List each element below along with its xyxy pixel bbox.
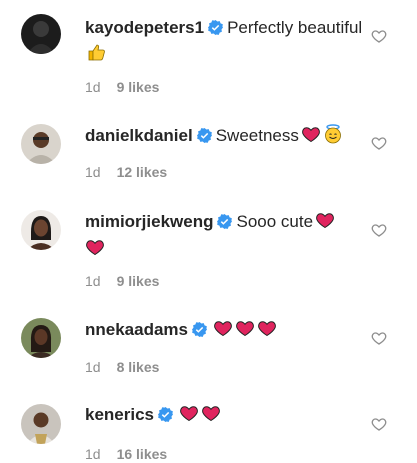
username[interactable]: danielkdaniel bbox=[85, 126, 193, 145]
verified-badge-icon bbox=[196, 126, 212, 150]
red-heart-icon bbox=[257, 318, 277, 345]
timestamp[interactable]: 1d bbox=[85, 273, 101, 289]
red-heart-icon bbox=[201, 403, 221, 430]
likes-count[interactable]: 9 likes bbox=[117, 79, 160, 95]
timestamp[interactable]: 1d bbox=[85, 446, 101, 462]
timestamp[interactable]: 1d bbox=[85, 164, 101, 180]
comment-meta: 1d 8 likes bbox=[85, 358, 159, 376]
heart-outline-icon[interactable] bbox=[371, 28, 387, 44]
username[interactable]: mimiorjiekweng bbox=[85, 212, 213, 231]
username[interactable]: nnekaadams bbox=[85, 320, 188, 339]
avatar[interactable] bbox=[21, 404, 61, 444]
red-heart-icon bbox=[85, 237, 105, 264]
username[interactable]: kenerics bbox=[85, 405, 154, 424]
comment-text-block: mimiorjiekweng Sooo cute bbox=[85, 210, 365, 264]
red-heart-icon bbox=[235, 318, 255, 345]
timestamp[interactable]: 1d bbox=[85, 79, 101, 95]
comment-text-block: danielkdaniel Sweetness bbox=[85, 124, 365, 151]
red-heart-icon bbox=[315, 210, 335, 237]
avatar[interactable] bbox=[21, 124, 61, 164]
avatar[interactable] bbox=[21, 14, 61, 54]
comment-text-block: kenerics bbox=[85, 403, 365, 430]
likes-count[interactable]: 12 likes bbox=[117, 164, 168, 180]
verified-badge-icon bbox=[158, 405, 173, 429]
comment-meta: 1d 9 likes bbox=[85, 78, 159, 96]
comment-meta: 1d 16 likes bbox=[85, 445, 167, 463]
red-heart-icon bbox=[179, 403, 199, 430]
comment-text-block: nnekaadams bbox=[85, 318, 365, 345]
comment-meta: 1d 9 likes bbox=[85, 272, 159, 290]
comment-text-block: kayodepeters1 Perfectly beautiful bbox=[85, 16, 365, 69]
verified-badge-icon bbox=[192, 320, 207, 344]
red-heart-icon bbox=[213, 318, 233, 345]
comment-meta: 1d 12 likes bbox=[85, 163, 167, 181]
username[interactable]: kayodepeters1 bbox=[85, 18, 204, 37]
likes-count[interactable]: 8 likes bbox=[117, 359, 160, 375]
timestamp[interactable]: 1d bbox=[85, 359, 101, 375]
heart-outline-icon[interactable] bbox=[371, 416, 387, 432]
verified-badge-icon bbox=[208, 18, 224, 42]
smiling-face-with-halo-icon bbox=[323, 124, 343, 151]
thumbs-up-icon bbox=[87, 42, 107, 69]
red-heart-icon bbox=[301, 124, 321, 151]
likes-count[interactable]: 9 likes bbox=[117, 273, 160, 289]
heart-outline-icon[interactable] bbox=[371, 135, 387, 151]
avatar[interactable] bbox=[21, 210, 61, 250]
comment-body: Perfectly beautiful bbox=[227, 18, 363, 37]
avatar[interactable] bbox=[21, 318, 61, 358]
likes-count[interactable]: 16 likes bbox=[117, 446, 168, 462]
comment-body: Sweetness bbox=[215, 126, 299, 145]
verified-badge-icon bbox=[217, 212, 233, 236]
heart-outline-icon[interactable] bbox=[371, 330, 387, 346]
comment-body: Sooo cute bbox=[236, 212, 314, 231]
heart-outline-icon[interactable] bbox=[371, 222, 387, 238]
